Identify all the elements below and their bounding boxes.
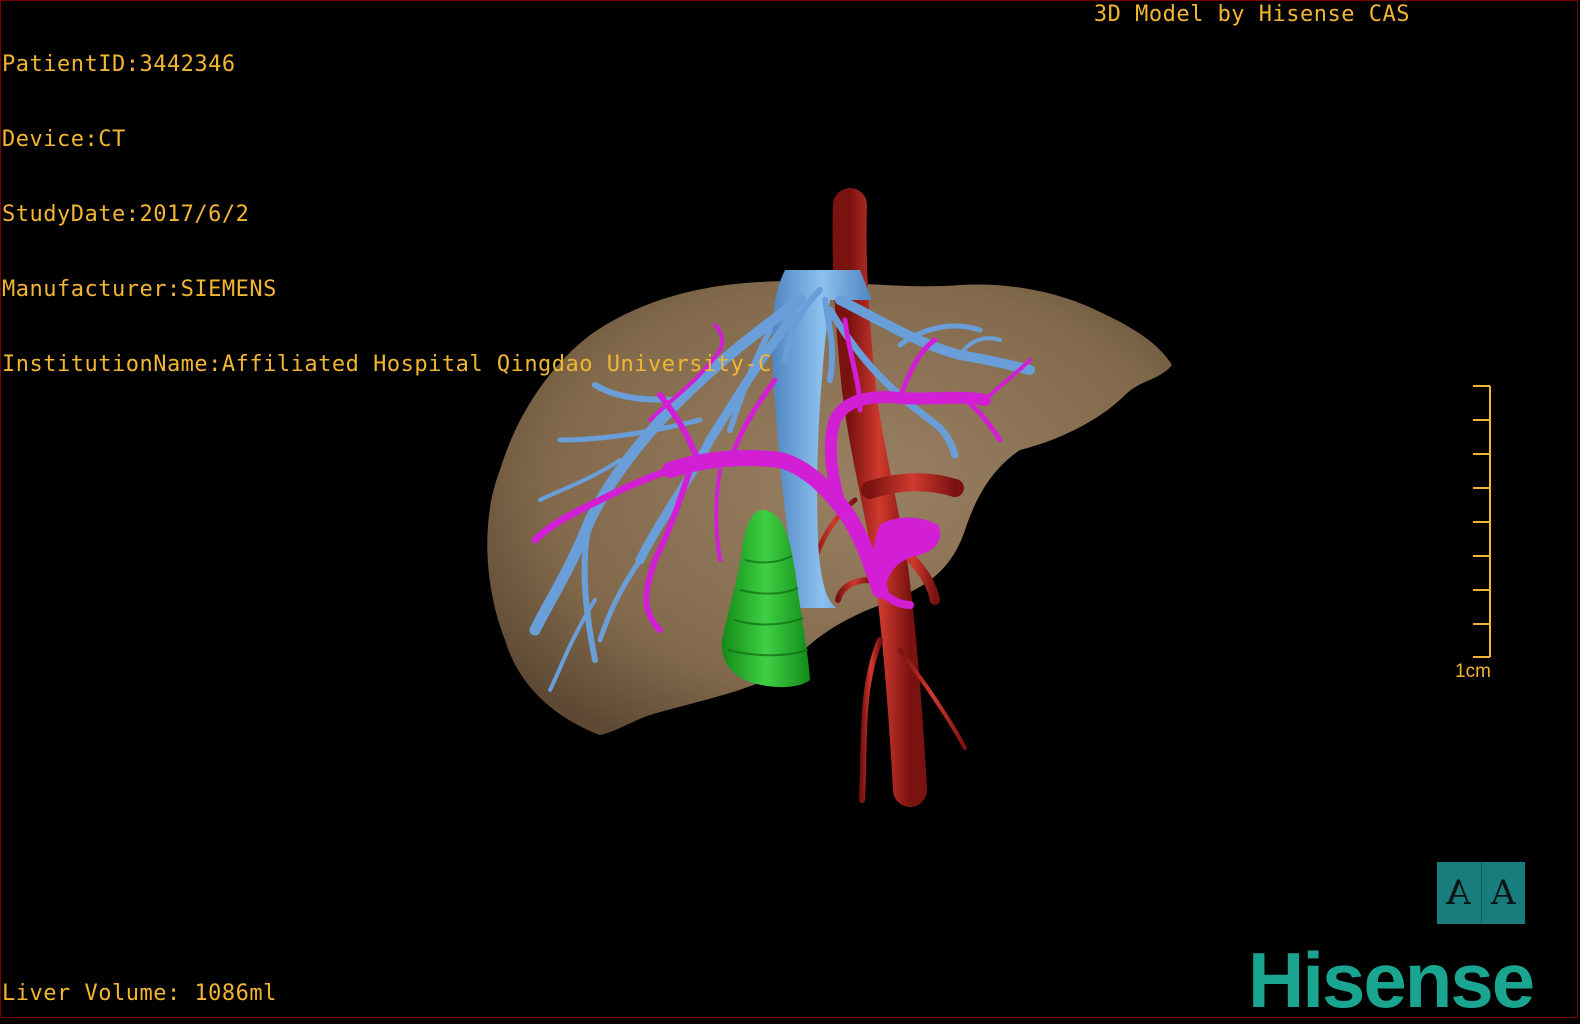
mirror-view-icon[interactable]: A — [1437, 862, 1481, 924]
dicom-metadata: PatientID:3442346 Device:CT StudyDate:20… — [2, 2, 772, 402]
view-toggle[interactable]: A A — [1437, 862, 1525, 924]
anterior-view-icon[interactable]: A — [1480, 862, 1525, 924]
device: Device:CT — [2, 127, 126, 152]
institution-name: InstitutionName:Affiliated Hospital Qing… — [2, 352, 772, 377]
manufacturer: Manufacturer:SIEMENS — [2, 277, 277, 302]
study-date: StudyDate:2017/6/2 — [2, 202, 250, 227]
model-caption: 3D Model by Hisense CAS — [1093, 2, 1410, 27]
scale-bar — [1473, 385, 1491, 658]
hisense-logo: Hisense — [1248, 936, 1535, 1024]
scale-bar-label: 1cm — [1455, 661, 1491, 682]
patient-id: PatientID:3442346 — [2, 52, 236, 77]
liver-volume: Liver Volume: 1086ml — [2, 981, 277, 1006]
